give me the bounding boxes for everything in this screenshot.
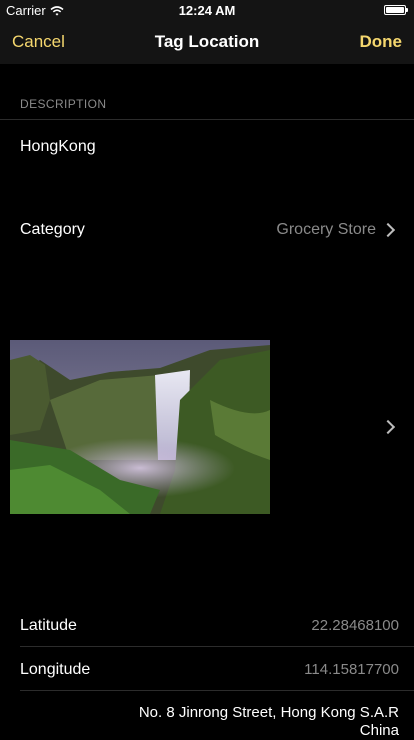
photo-chevron-icon[interactable]: [380, 419, 396, 435]
address-country: China: [359, 722, 399, 739]
done-button[interactable]: Done: [360, 32, 403, 52]
status-time: 12:24 AM: [178, 3, 236, 18]
category-label: Category: [20, 221, 85, 238]
divider: [20, 690, 414, 691]
description-field[interactable]: HongKong: [20, 138, 96, 156]
waterfall-photo-image: [10, 340, 270, 514]
longitude-value: 114.15817700: [304, 661, 399, 678]
latitude-label: Latitude: [20, 617, 77, 634]
divider: [20, 646, 414, 647]
navigation-bar: Cancel Tag Location Done: [0, 20, 414, 64]
category-chevron-icon[interactable]: [380, 222, 396, 238]
status-bar: Carrier 12:24 AM: [0, 0, 414, 20]
latitude-value: 22.28468100: [311, 617, 399, 634]
divider: [0, 119, 414, 120]
longitude-label: Longitude: [20, 661, 91, 678]
category-value[interactable]: Grocery Store: [276, 221, 376, 239]
description-header: DESCRIPTION: [20, 97, 107, 111]
address: No. 8 Jinrong Street, Hong Kong S.A.R Ch…: [139, 704, 399, 740]
battery-icon: [384, 5, 408, 15]
page-title: Tag Location: [154, 32, 260, 51]
location-photo[interactable]: [10, 340, 270, 514]
address-line: No. 8 Jinrong Street, Hong Kong S.A.R: [138, 704, 399, 721]
